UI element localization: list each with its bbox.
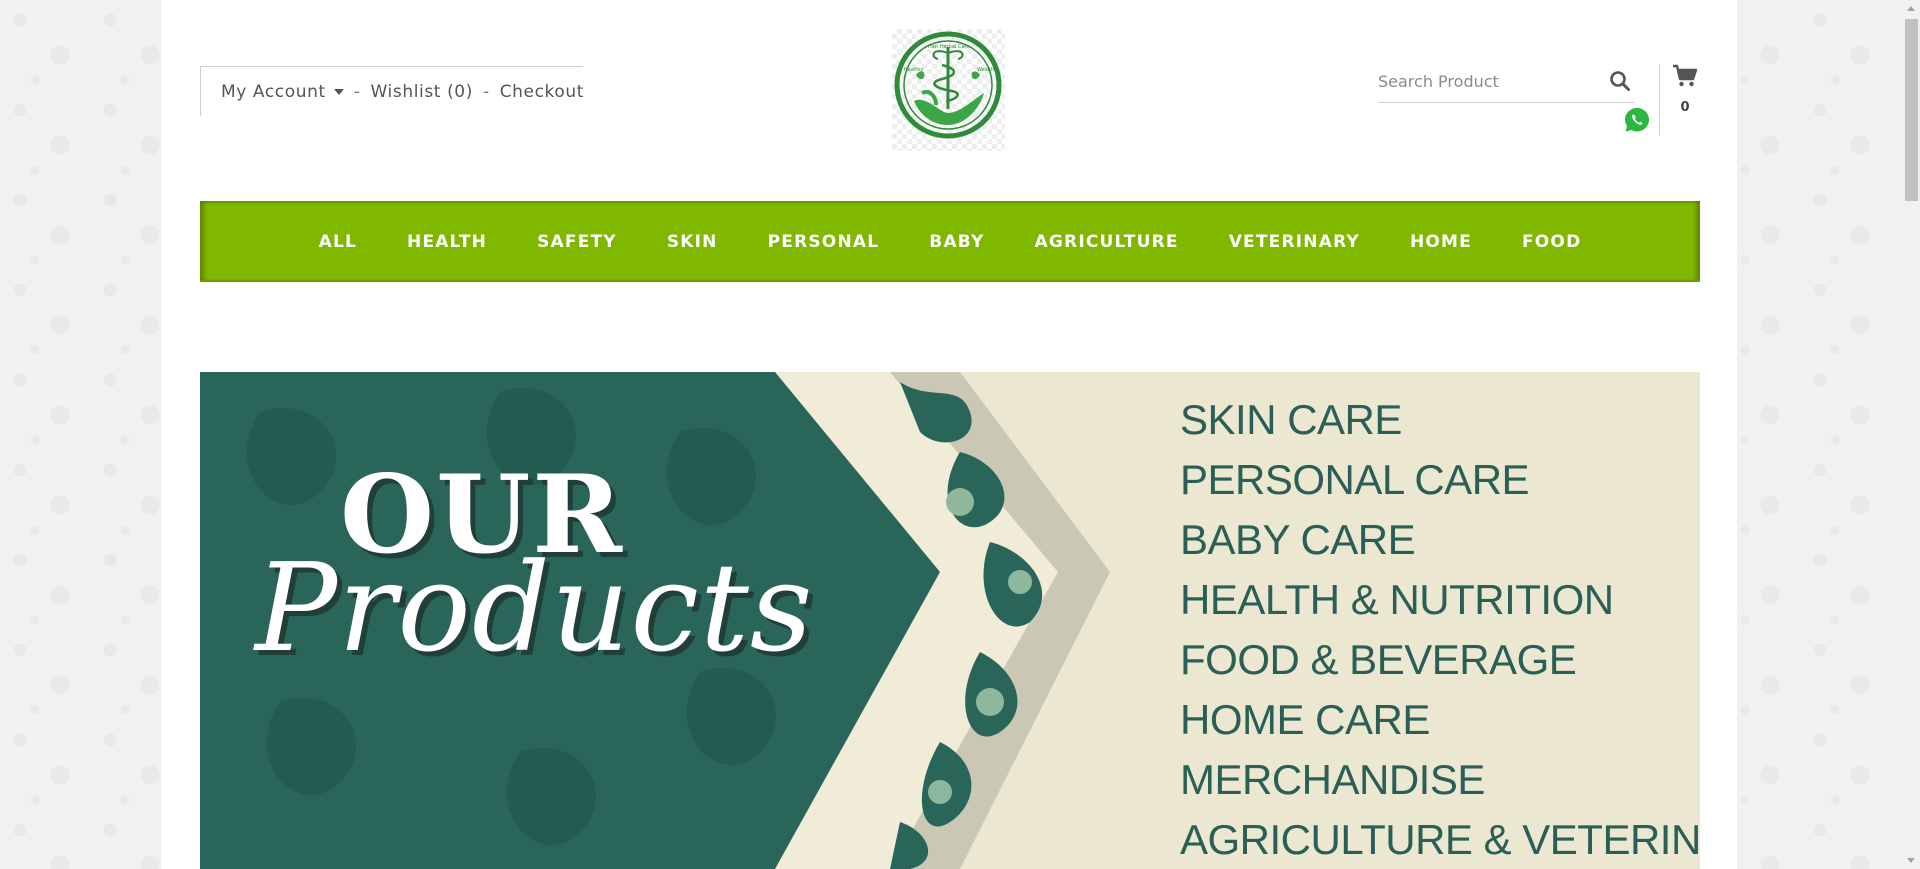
scroll-up-arrow-icon[interactable] [1907, 6, 1915, 11]
nav-item-food[interactable]: FOOD [1497, 232, 1606, 252]
nav-item-agriculture[interactable]: AGRICULTURE [1010, 232, 1204, 252]
banner-list-item: BABY CARE [1180, 516, 1416, 563]
wishlist-link[interactable]: Wishlist (0) [371, 82, 473, 102]
banner-list-item: AGRICULTURE & VETERINARY [1180, 816, 1700, 863]
logo-text: Hari Herbal Care [928, 44, 970, 50]
separator: - [482, 81, 490, 102]
scrollbar-thumb[interactable] [1905, 19, 1918, 201]
cart-count: 0 [1680, 100, 1690, 115]
page-container: My Account - Wishlist (0) - Checkout Har… [161, 0, 1737, 869]
nav-item-all[interactable]: ALL [294, 232, 382, 252]
header-divider [1659, 64, 1660, 136]
shopping-cart-icon[interactable] [1672, 64, 1698, 88]
account-bar: My Account - Wishlist (0) - Checkout [200, 66, 583, 116]
separator: - [353, 81, 361, 102]
whatsapp-icon[interactable] [1623, 106, 1651, 134]
banner-list-item: MERCHANDISE [1180, 756, 1485, 803]
nav-item-baby[interactable]: BABY [904, 232, 1009, 252]
caret-down-icon [333, 88, 344, 95]
hero-banner[interactable]: OUR Products SKIN CARE PERSONAL CARE BAB… [200, 372, 1700, 869]
search-input[interactable] [1378, 66, 1598, 96]
logo-text: Wealthy [977, 67, 998, 73]
banner-list-item: PERSONAL CARE [1180, 456, 1530, 503]
banner-list-item: FOOD & BEVERAGE [1180, 636, 1577, 683]
search-box [1378, 62, 1634, 103]
nav-item-skin[interactable]: SKIN [642, 232, 743, 252]
banner-title-products: Products [255, 537, 814, 679]
banner-list-item: SKIN CARE [1180, 396, 1402, 443]
vertical-scrollbar[interactable] [1903, 0, 1920, 869]
search-icon[interactable] [1608, 69, 1632, 93]
logo-text: Healthy [904, 67, 924, 73]
nav-item-health[interactable]: HEALTH [382, 232, 512, 252]
banner-category-list: SKIN CARE PERSONAL CARE BABY CARE HEALTH… [1180, 390, 1700, 869]
nav-item-veterinary[interactable]: VETERINARY [1204, 232, 1385, 252]
site-logo[interactable]: Hari Herbal Care Healthy Wealthy [892, 29, 1005, 151]
banner-list-item: HEALTH & NUTRITION [1180, 576, 1614, 623]
banner-list-item: HOME CARE [1180, 696, 1430, 743]
nav-item-personal[interactable]: PERSONAL [743, 232, 905, 252]
nav-item-home[interactable]: HOME [1385, 232, 1497, 252]
category-nav: ALL HEALTH SAFETY SKIN PERSONAL BABY AGR… [200, 201, 1700, 282]
checkout-link[interactable]: Checkout [500, 82, 584, 102]
my-account-link[interactable]: My Account [221, 82, 344, 102]
nav-item-safety[interactable]: SAFETY [512, 232, 642, 252]
scroll-down-arrow-icon[interactable] [1907, 858, 1915, 863]
